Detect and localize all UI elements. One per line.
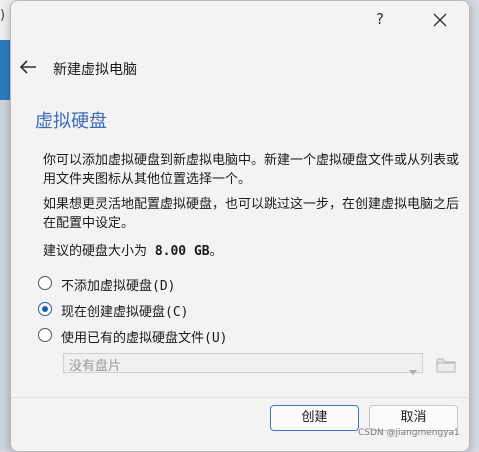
option-create-disk-label: 现在创建虚拟硬盘(C) — [61, 305, 189, 320]
description-paragraph: 你可以添加虚拟硬盘到新虚拟电脑中。新建一个虚拟硬盘文件或从列表或用文件夹图标从其… — [43, 153, 460, 187]
close-icon[interactable] — [429, 9, 451, 31]
footer-divider — [11, 397, 469, 398]
create-button[interactable]: 创建 — [270, 405, 359, 431]
dialog-titlebar: ? — [11, 1, 469, 41]
size-suffix: 。 — [209, 244, 223, 259]
option-no-disk-label: 不添加虚拟硬盘(D) — [61, 279, 176, 294]
help-icon[interactable]: ? — [376, 10, 384, 28]
watermark: CSDN @jiangmengya1 — [358, 428, 460, 438]
page-title: 虚拟硬盘 — [35, 111, 107, 132]
size-value: 8.00 GB — [154, 244, 210, 259]
wizard-nav: 新建虚拟电脑 — [11, 47, 469, 87]
radio-existing-disk[interactable] — [38, 328, 52, 342]
wizard-title: 新建虚拟电脑 — [53, 62, 137, 78]
option-existing-disk-label: 使用已有的虚拟硬盘文件(U) — [61, 331, 228, 346]
radio-no-disk[interactable] — [38, 276, 52, 290]
disk-file-select[interactable]: 没有盘片 — [63, 353, 423, 375]
folder-icon[interactable] — [435, 353, 457, 375]
radio-create-disk[interactable] — [38, 302, 52, 316]
chevron-down-icon — [409, 361, 417, 375]
background-glyph: ) — [0, 8, 6, 23]
page-content: 虚拟硬盘 你可以添加虚拟硬盘到新虚拟电脑中。新建一个虚拟硬盘文件或从列表或用文件… — [11, 95, 469, 395]
new-vm-dialog: ? 新建虚拟电脑 虚拟硬盘 你可以添加虚拟硬盘到新虚拟电脑中。新建一个虚拟硬盘文… — [10, 0, 470, 452]
disk-select-value: 没有盘片 — [69, 359, 122, 374]
recommended-size-text: 建议的硬盘大小为 8.00 GB。 — [43, 242, 463, 261]
back-arrow-icon[interactable] — [19, 59, 37, 75]
size-prefix: 建议的硬盘大小为 — [43, 244, 155, 259]
hint-paragraph: 如果想更灵活地配置虚拟硬盘，也可以跳过这一步，在创建虚拟电脑之后在配置中设定。 — [43, 197, 460, 231]
